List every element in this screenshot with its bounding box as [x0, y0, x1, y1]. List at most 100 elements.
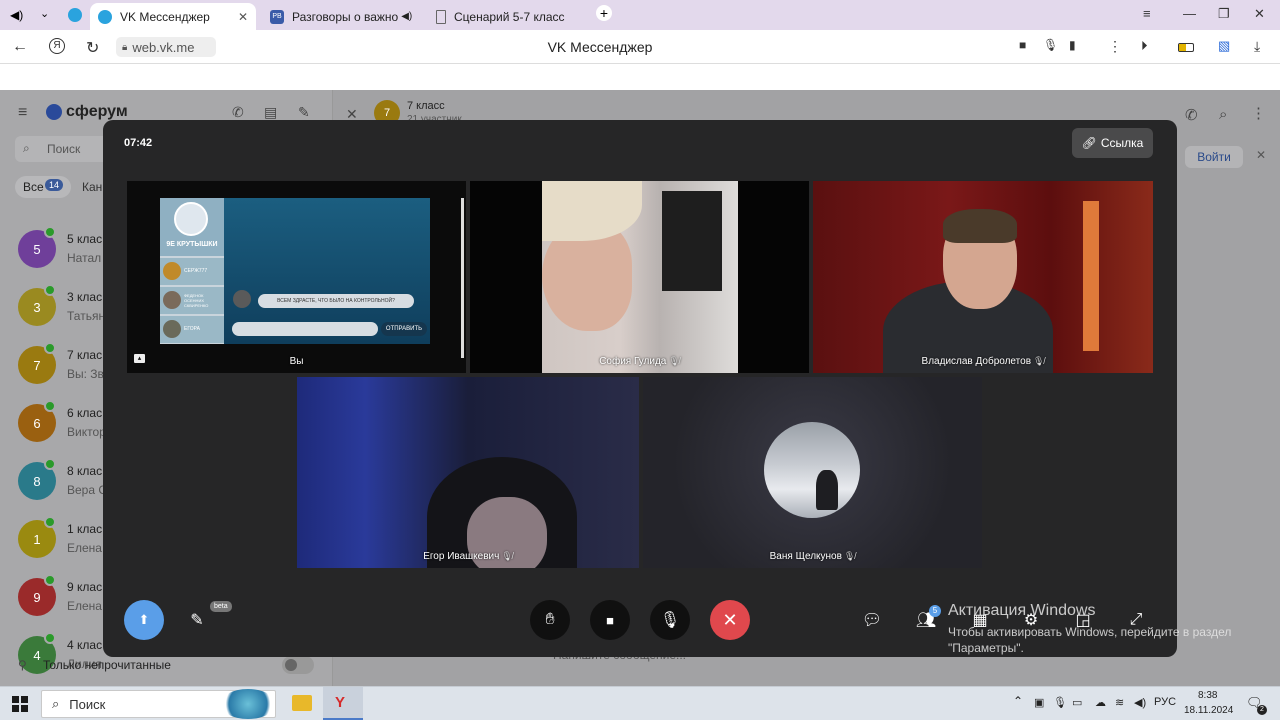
downloads-icon[interactable]: ⤓ [1254, 38, 1260, 55]
chevron-up-icon[interactable]: ⌃ [1013, 694, 1023, 708]
telegram-icon[interactable] [68, 8, 82, 22]
call-timer: 07:42 [124, 137, 153, 149]
chat-name: 1 клас [67, 522, 103, 536]
link-button[interactable]: 🔗︎ Ссылка [1072, 128, 1153, 158]
wifi-icon[interactable]: ≋ [1115, 696, 1124, 709]
battery-tray-icon[interactable]: ▭ [1072, 696, 1082, 709]
mic-icon[interactable]: 🎙︎ [1043, 38, 1058, 52]
camera-icon: ■ [606, 612, 614, 628]
contact-avatar [163, 262, 181, 280]
chat-name: 9 клас [67, 580, 103, 594]
tab-label: VK Мессенджер [120, 9, 210, 24]
shared-screen: 9Е КРУТЫШКИ СЕРЖ777 ФЕДЕНОК ОСЕННИХ СКВИ… [160, 198, 430, 344]
online-indicator-icon [44, 632, 56, 644]
file-explorer-icon[interactable] [292, 695, 312, 711]
close-icon[interactable]: ✕ [1256, 148, 1266, 162]
clock-time[interactable]: 8:38 [1198, 690, 1217, 701]
extension-icon[interactable]: ▧ [1218, 38, 1230, 54]
mic-off-icon: 🎙︎̸ [501, 551, 513, 561]
vk-messenger-icon [98, 9, 112, 24]
minimize-icon[interactable]: — [1183, 6, 1196, 21]
yandex-browser-taskbar-item[interactable]: Y [323, 687, 363, 720]
windows-taskbar: ⌕ Поиск Y ⌃ ▣ 🎙︎ ▭ ☁︎ ≋ ◀) РУС 8:38 18.1… [0, 686, 1280, 720]
chat-name: 6 клас [67, 406, 103, 420]
activation-watermark-title: Активация Windows [948, 602, 1096, 619]
mic-icon: 🎙︎ [659, 612, 681, 629]
chat-preview: Виктор [67, 425, 106, 439]
participant-tile[interactable]: Егор Ивашкевич 🎙︎̸ [297, 377, 639, 568]
menu-icon[interactable]: ≡ [18, 104, 27, 122]
tab-vk-messenger[interactable]: VK Мессенджер ✕ [90, 3, 256, 30]
tab-list-chevron-icon[interactable]: ⌄ [40, 7, 49, 20]
online-indicator-icon [44, 284, 56, 296]
group-avatar [174, 202, 208, 236]
screen-share-button[interactable]: ⬆︎ [124, 600, 164, 640]
chat-name: 4 клас [67, 638, 103, 652]
close-icon[interactable]: ✕ [238, 10, 248, 24]
meet-icon[interactable]: ▣ [1034, 696, 1044, 709]
close-window-icon[interactable]: ✕ [1254, 6, 1265, 22]
participant-tile[interactable]: София Гулида 🎙︎̸ [470, 181, 809, 373]
more-icon[interactable]: ⋮ [1251, 104, 1266, 122]
link-icon: 🔗︎ [1081, 136, 1097, 150]
light-strip [1083, 201, 1099, 351]
search-icon: ⌕ [52, 696, 60, 711]
mic-off-icon: 🎙︎̸ [668, 356, 680, 366]
participant-tile[interactable]: Владислав Добролетов 🎙︎̸ [813, 181, 1153, 373]
unread-only-toggle[interactable] [282, 656, 314, 674]
chat-button[interactable]: 💬︎ [860, 608, 884, 632]
restore-icon[interactable]: ❐ [1218, 6, 1230, 22]
effects-button[interactable]: ✎ [185, 608, 209, 632]
microphone-button[interactable]: 🎙︎ [650, 600, 690, 640]
chat-header-title: 7 класс [407, 100, 445, 112]
menu-icon[interactable]: ≡ [1143, 6, 1151, 21]
join-button[interactable]: Войти [1185, 146, 1243, 168]
new-tab-button[interactable]: + [596, 5, 612, 21]
tab-scenario[interactable]: Сценарий 5-7 класс [428, 3, 588, 30]
participant-tile-self[interactable]: 9Е КРУТЫШКИ СЕРЖ777 ФЕДЕНОК ОСЕННИХ СКВИ… [127, 181, 466, 373]
scrollbar [461, 198, 464, 358]
media-icon[interactable]: ⏵ [1141, 38, 1148, 54]
compose-icon[interactable]: ✎ [298, 104, 310, 121]
beta-badge: beta [210, 601, 232, 612]
effects-icon: ✎ [190, 612, 204, 629]
search-icon[interactable]: ⌕ [1219, 106, 1227, 123]
participant-name-text: Вы [289, 356, 304, 367]
tab-label: Разговоры о важно [292, 9, 399, 24]
address-bar: ← Я ↻ 🔒︎ web.vk.me VK Мессенджер ■ 🎙︎ ▮ … [0, 30, 1280, 64]
onedrive-icon[interactable]: ☁︎ [1095, 696, 1106, 709]
filter-next[interactable]: Кан [82, 180, 102, 194]
bookmark-icon[interactable]: ▮ [1069, 38, 1076, 52]
tab-razgovory[interactable]: PB Разговоры о важно ◀) [262, 3, 422, 30]
shared-contacts-column: 9Е КРУТЫШКИ СЕРЖ777 ФЕДЕНОК ОСЕННИХ СКВИ… [160, 198, 224, 344]
camera-button[interactable]: ■ [590, 600, 630, 640]
archive-icon[interactable]: ▤ [264, 104, 277, 121]
message-avatar [233, 290, 251, 308]
search-icon: ⌕ [23, 141, 30, 155]
clock-date[interactable]: 18.11.2024 [1184, 705, 1233, 716]
chat-preview: Вера С [67, 483, 108, 497]
start-icon[interactable] [12, 696, 28, 712]
chat-icon: 💬︎ [861, 612, 883, 629]
more-icon[interactable]: ⋮ [1108, 38, 1122, 55]
camera-icon[interactable]: ■ [1019, 38, 1026, 52]
weather-widget-icon[interactable] [220, 689, 276, 719]
tab-audio-icon[interactable]: ◀) [10, 8, 23, 22]
participant-tile[interactable]: Ваня Щелкунов 🎙︎̸ [643, 377, 982, 568]
end-call-button[interactable]: ✕ [710, 600, 750, 640]
online-indicator-icon [44, 342, 56, 354]
language-indicator[interactable]: РУС [1154, 696, 1176, 708]
call-plus-icon[interactable]: ✆ [232, 104, 244, 121]
phone-icon[interactable]: ✆ [1185, 106, 1198, 124]
sferum-logo-icon [46, 104, 62, 120]
mic-tray-icon[interactable]: 🎙︎ [1053, 696, 1067, 709]
participant-name: Вы [127, 356, 466, 367]
participant-name-text: Владислав Добролетов [921, 356, 1032, 367]
mic-off-icon: 🎙︎̸ [843, 551, 856, 561]
contact-name: СЕРЖ777 [184, 268, 208, 274]
filter-all[interactable]: Все 14 [15, 176, 71, 198]
document-icon [436, 9, 446, 24]
volume-icon[interactable]: ◀) [1134, 696, 1146, 709]
raise-hand-button[interactable]: ✋︎ [530, 600, 570, 640]
battery-icon[interactable] [1178, 43, 1194, 52]
